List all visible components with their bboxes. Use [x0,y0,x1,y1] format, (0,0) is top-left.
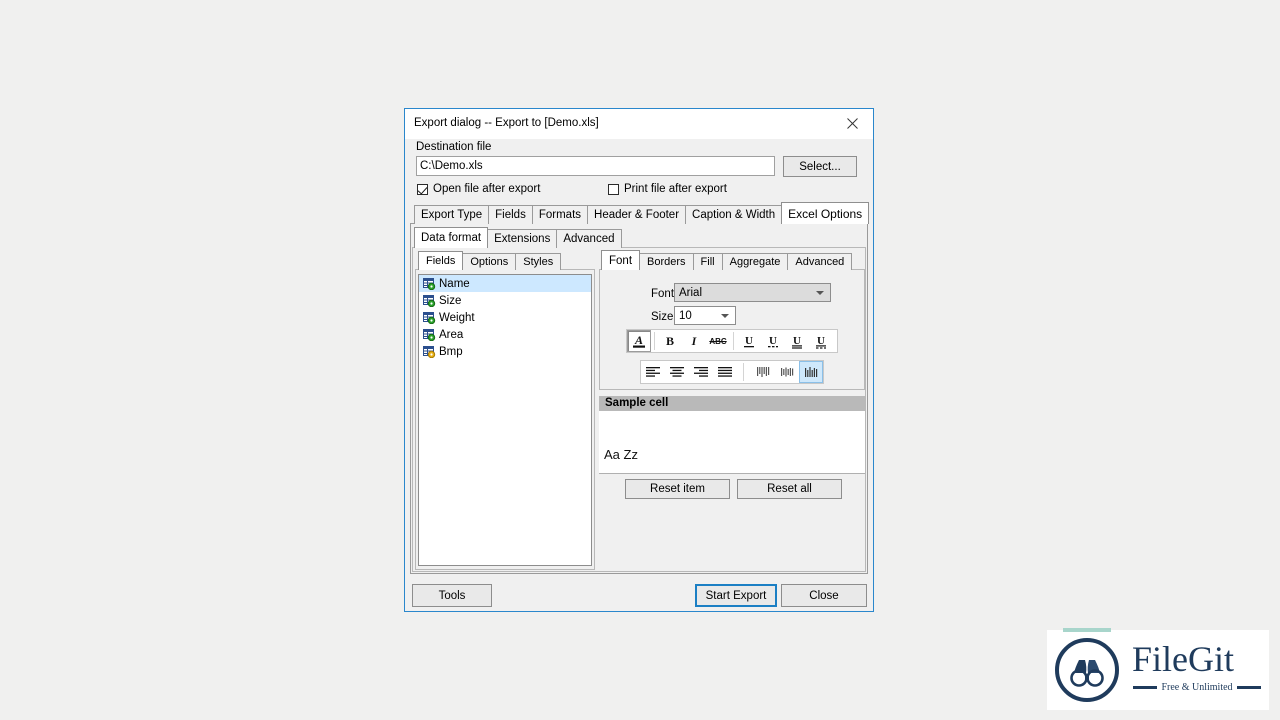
list-item[interactable]: Weight [419,309,591,326]
svg-text:A: A [634,333,643,347]
dialog-title-bar: Export dialog -- Export to [Demo.xls] [405,109,873,140]
reset-all-button[interactable]: Reset all [737,479,842,499]
font-style-toolbar: A B I ABC U U U U [626,329,838,353]
list-item[interactable]: Name [419,275,591,292]
align-center-icon[interactable] [665,361,689,383]
list-item[interactable]: Area [419,326,591,343]
tab-caption-width[interactable]: Caption & Width [685,205,783,224]
watermark-brand-name: FileGit [1132,639,1235,679]
align-right-icon[interactable] [689,361,713,383]
chevron-down-icon [816,290,824,295]
sample-cell-header: Sample cell [599,396,865,411]
tab-fields-list[interactable]: Fields [418,251,464,270]
select-file-button[interactable]: Select... [783,156,857,177]
grid-gear-icon [423,294,436,307]
tab-fields[interactable]: Fields [488,205,533,224]
list-item-label: Size [439,294,462,307]
valign-bottom-icon[interactable] [799,361,824,383]
reset-item-button[interactable]: Reset item [625,479,730,499]
watermark-tagline: Free & Unlimited [1161,682,1233,693]
excel-options-tabstrip: Data format Extensions Advanced [414,227,622,248]
tab-export-type[interactable]: Export Type [414,205,490,224]
svg-text:U: U [745,335,753,347]
chevron-down-icon [721,313,729,318]
list-item-label: Name [439,277,470,290]
tab-font[interactable]: Font [601,250,641,270]
tab-aggregate[interactable]: Aggregate [721,253,789,270]
destination-file-input[interactable] [416,156,775,176]
underline-double-dotted-icon[interactable]: U [809,330,833,352]
tab-styles[interactable]: Styles [515,253,562,270]
grid-gear-icon [423,345,436,358]
sample-cell-header-label: Sample cell [605,397,669,409]
underline-double-icon[interactable]: U [785,330,809,352]
destination-file-label: Destination file [416,141,492,153]
grid-gear-icon [423,328,436,341]
tab-header-footer[interactable]: Header & Footer [587,205,687,224]
open-after-export-label: Open file after export [433,183,541,195]
font-label: Font [651,288,675,300]
dialog-title: Export dialog -- Export to [Demo.xls] [414,117,599,129]
tab-formats[interactable]: Formats [531,205,589,224]
font-family-value: Arial [679,286,703,299]
size-label: Size [651,311,674,323]
style-tabstrip: Font Borders Fill Aggregate Advanced [601,250,853,270]
fields-tabstrip: Fields Options Styles [418,251,562,270]
list-item-label: Bmp [439,345,463,358]
toolbar-separator [733,332,734,350]
valign-middle-icon[interactable] [775,361,799,383]
watermark-accent-bar [1063,628,1111,632]
list-item[interactable]: Size [419,292,591,309]
underline-dotted-icon[interactable]: U [761,330,785,352]
font-family-select[interactable]: Arial [674,283,831,302]
print-after-export-checkbox-row[interactable]: Print file after export [608,183,727,195]
tab-extensions[interactable]: Extensions [487,229,558,248]
align-justify-icon[interactable] [713,361,737,383]
svg-text:U: U [817,335,825,347]
tab-borders[interactable]: Borders [639,253,694,270]
print-after-export-label: Print file after export [624,183,727,195]
grid-gear-icon [423,311,436,324]
tab-data-format[interactable]: Data format [414,227,489,248]
grid-gear-icon [423,277,436,290]
print-after-export-checkbox[interactable] [608,183,619,195]
bold-icon[interactable]: B [658,330,682,352]
toolbar-separator [654,332,655,350]
tools-button[interactable]: Tools [412,584,492,607]
tab-advanced[interactable]: Advanced [556,229,622,248]
list-item-label: Area [439,328,464,341]
open-after-export-checkbox-row[interactable]: Open file after export [417,183,540,195]
field-list[interactable]: Name Size Weight Area Bmp [418,274,592,566]
toolbar-separator [743,363,745,381]
tab-advanced-style[interactable]: Advanced [787,253,853,270]
tab-excel-options[interactable]: Excel Options [781,202,870,224]
valign-top-icon[interactable] [751,361,775,383]
underline-single-icon[interactable]: U [737,330,761,352]
tagline-dash-left [1133,686,1158,689]
main-tabstrip: Export Type Fields Formats Header & Foot… [414,202,870,224]
svg-text:U: U [769,335,777,347]
svg-text:U: U [793,335,801,347]
italic-icon[interactable]: I [682,330,706,352]
binoculars-icon [1055,638,1119,702]
font-size-select[interactable]: 10 [674,306,736,325]
tab-options[interactable]: Options [462,253,517,270]
close-dialog-button[interactable]: Close [781,584,867,607]
open-after-export-checkbox[interactable] [417,183,428,195]
watermark-tagline-row: Free & Unlimited [1133,682,1262,693]
close-icon[interactable] [831,109,873,138]
strikethrough-icon[interactable]: ABC [706,330,730,352]
font-size-value: 10 [679,309,692,322]
tagline-dash-right [1236,686,1262,689]
start-export-button[interactable]: Start Export [695,584,777,607]
tab-fill[interactable]: Fill [692,253,723,270]
alignment-toolbar [640,360,824,384]
sample-cell-preview [599,411,865,474]
list-item-label: Weight [439,311,475,324]
font-color-icon[interactable]: A [627,330,651,352]
align-left-icon[interactable] [641,361,665,383]
sample-cell-text: Aa Zz [604,447,638,462]
list-item[interactable]: Bmp [419,343,591,360]
